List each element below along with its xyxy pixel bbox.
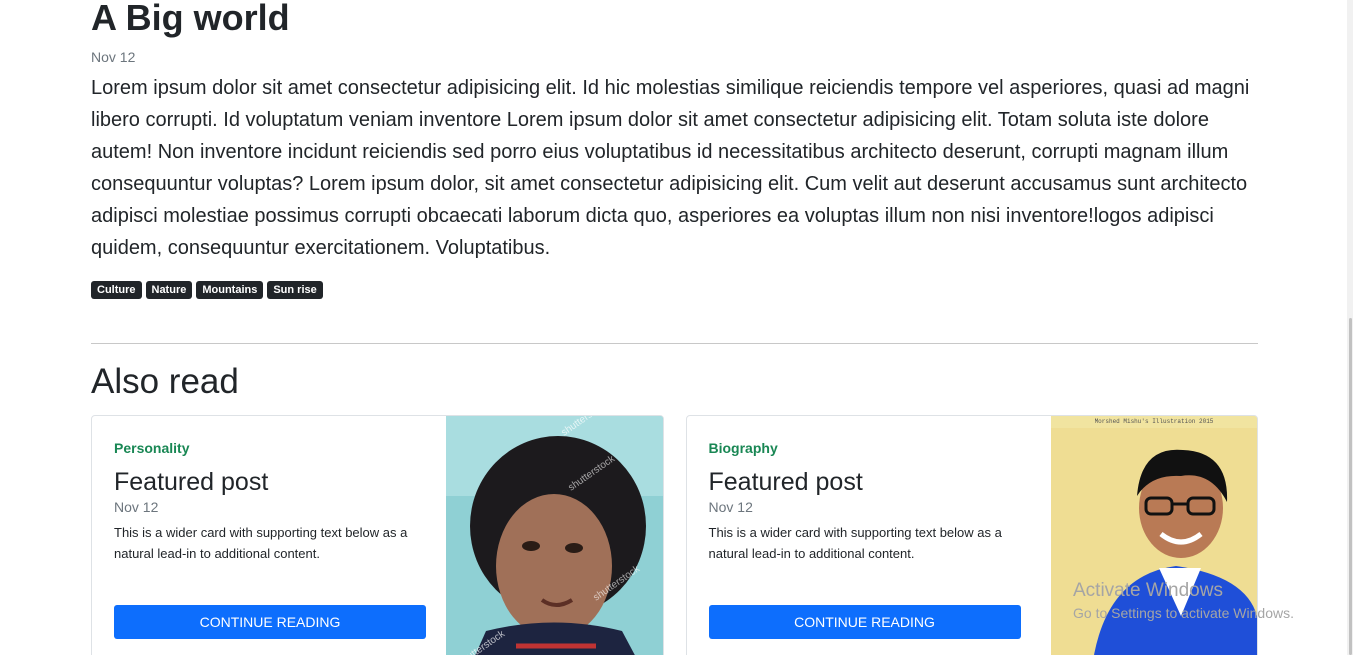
tag-list: Culture Nature Mountains Sun rise — [91, 281, 1258, 299]
card-text: This is a wider card with supporting tex… — [708, 525, 1002, 561]
activate-windows-watermark: Activate Windows Go to Settings to activ… — [1073, 580, 1294, 622]
section-divider — [91, 343, 1258, 344]
tag-badge[interactable]: Sun rise — [267, 281, 323, 299]
main-content: A Big world Nov 12 Lorem ipsum dolor sit… — [91, 0, 1258, 655]
blog-post: A Big world Nov 12 Lorem ipsum dolor sit… — [91, 0, 1258, 299]
scrollbar-thumb[interactable] — [1349, 318, 1352, 655]
card-title: Featured post — [114, 468, 269, 496]
post-title: A Big world — [91, 0, 290, 38]
tag-badge[interactable]: Mountains — [196, 281, 264, 299]
card-text: This is a wider card with supporting tex… — [114, 525, 408, 561]
post-date: Nov 12 — [91, 49, 136, 65]
card-date: Nov 12 — [114, 499, 159, 515]
watermark-title: Activate Windows — [1073, 580, 1223, 601]
card-category: Personality — [114, 440, 190, 456]
card-title: Featured post — [708, 468, 863, 496]
tag-badge[interactable]: Nature — [145, 281, 193, 299]
also-read-heading: Also read — [91, 362, 239, 401]
card-body: Personality Featured post Nov 12 This is… — [114, 440, 426, 564]
image-caption: Morshed Mishu's Illustration 2015 — [1095, 418, 1214, 425]
card-category: Biography — [708, 440, 778, 456]
card-portrait-image: shutterstock shutterstock shutterstock s… — [445, 416, 663, 655]
post-body: Lorem ipsum dolor sit amet consectetur a… — [91, 77, 1250, 259]
card-date: Nov 12 — [708, 499, 753, 515]
card-body: Biography Featured post Nov 12 This is a… — [709, 440, 1021, 564]
continue-reading-button[interactable]: Continue reading — [114, 605, 426, 639]
scrollbar-track[interactable] — [1347, 0, 1353, 655]
watermark-subtitle: Go to Settings to activate Windows. — [1073, 605, 1294, 621]
tag-badge[interactable]: Culture — [91, 281, 142, 299]
continue-reading-button[interactable]: Continue reading — [708, 605, 1021, 639]
featured-card: Personality Featured post Nov 12 This is… — [91, 415, 664, 655]
